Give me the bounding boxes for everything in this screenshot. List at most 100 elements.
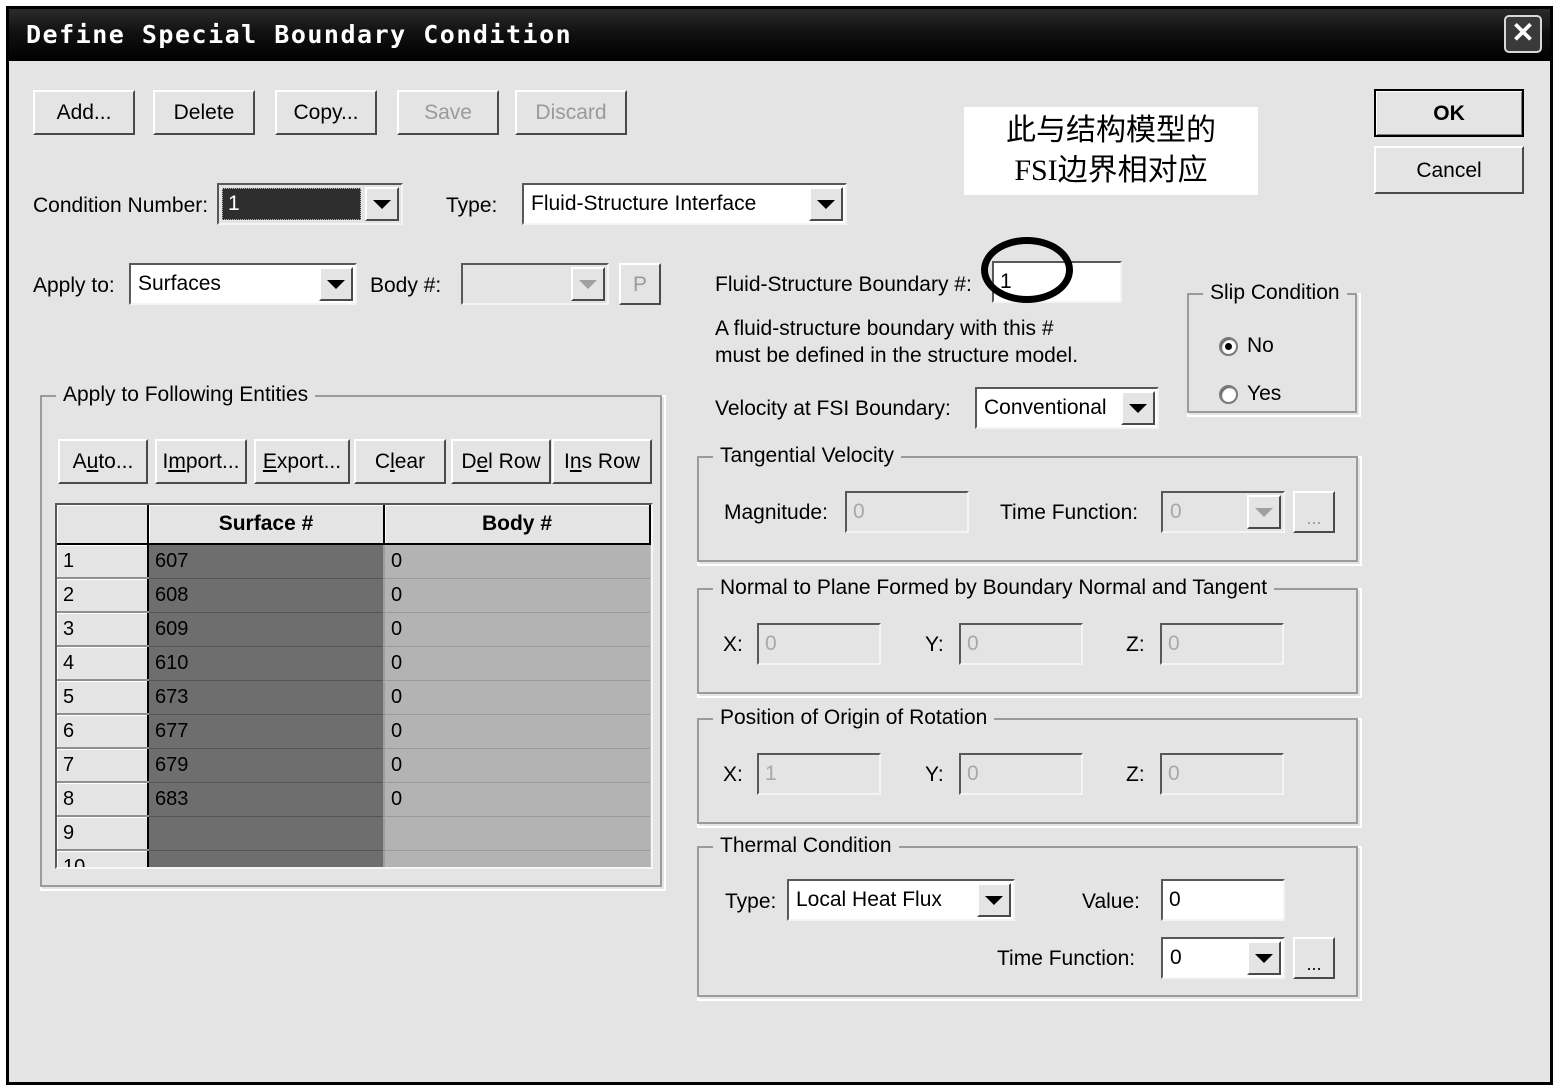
table-cell-body[interactable]: 0 [384, 544, 650, 579]
export-button[interactable]: Export... [254, 439, 350, 484]
chevron-down-icon[interactable] [977, 883, 1011, 917]
slip-radio-yes[interactable]: Yes [1219, 382, 1281, 406]
chevron-down-icon[interactable] [365, 187, 399, 221]
table-row[interactable]: 8 683 0 [57, 782, 650, 817]
table-cell-surface[interactable]: 677 [148, 714, 385, 749]
origin-y-value: 0 [967, 762, 979, 785]
ok-button[interactable]: OK [1374, 89, 1524, 137]
table-cell-body[interactable] [384, 816, 650, 851]
table-cell-surface[interactable] [148, 816, 385, 851]
table-row[interactable]: 2 608 0 [57, 578, 650, 613]
table-cell-rownum: 8 [57, 782, 149, 817]
delete-button[interactable]: Delete [153, 90, 255, 135]
tangential-time-function-label: Time Function: [1000, 501, 1139, 524]
table-row[interactable]: 5 673 0 [57, 680, 650, 715]
save-button: Save [397, 90, 499, 135]
tangential-ellipsis-button: ... [1293, 491, 1335, 533]
close-icon[interactable]: ✕ [1504, 15, 1542, 53]
origin-y-input: 0 [959, 753, 1083, 795]
chevron-down-icon[interactable] [1121, 391, 1155, 425]
table-cell-surface[interactable]: 607 [148, 544, 385, 579]
annotation-line-1: 此与结构模型的 [1006, 114, 1216, 148]
body-number-combo [461, 263, 609, 305]
radio-no-mark [1219, 336, 1238, 356]
table-row[interactable]: 4 610 0 [57, 646, 650, 681]
thermal-time-function-combo[interactable]: 0 [1161, 937, 1285, 979]
tangential-magnitude-label: Magnitude: [724, 501, 828, 524]
copy-button[interactable]: Copy... [275, 90, 377, 135]
table-row[interactable]: 1 607 0 [57, 544, 650, 579]
thermal-value-input[interactable]: 0 [1161, 879, 1285, 921]
chevron-down-glyph [1255, 507, 1273, 517]
table-row[interactable]: 6 677 0 [57, 714, 650, 749]
chevron-down-icon[interactable] [319, 267, 353, 301]
chevron-down-glyph [817, 199, 835, 209]
table-cell-body[interactable] [384, 850, 650, 867]
table-cell-body[interactable]: 0 [384, 578, 650, 613]
condition-number-combo[interactable]: 1 [217, 183, 403, 225]
thermal-type-value: Local Heat Flux [796, 888, 942, 911]
fsi-velocity-value: Conventional [984, 396, 1107, 419]
table-cell-surface[interactable]: 608 [148, 578, 385, 613]
table-cell-surface[interactable]: 610 [148, 646, 385, 681]
slip-radio-no[interactable]: No [1219, 334, 1274, 358]
chevron-down-glyph [1255, 953, 1273, 963]
origin-x-label: X: [723, 763, 743, 786]
fsi-note-line-2: must be defined in the structure model. [715, 344, 1079, 367]
table-cell-surface[interactable] [148, 850, 385, 867]
tangential-magnitude-value: 0 [853, 500, 865, 523]
thermal-value-label: Value: [1082, 890, 1140, 913]
import-button[interactable]: Import... [155, 439, 247, 484]
table-cell-body[interactable]: 0 [384, 714, 650, 749]
table-cell-rownum: 10 [57, 850, 149, 867]
chevron-down-icon[interactable] [1247, 941, 1281, 975]
fsi-velocity-combo[interactable]: Conventional [975, 387, 1159, 429]
table-cell-body[interactable]: 0 [384, 782, 650, 817]
table-cell-surface[interactable]: 679 [148, 748, 385, 783]
thermal-type-combo[interactable]: Local Heat Flux [787, 879, 1015, 921]
table-row[interactable]: 3 609 0 [57, 612, 650, 647]
table-cell-body[interactable]: 0 [384, 612, 650, 647]
column-header-body: Body # [384, 505, 651, 545]
auto-button[interactable]: Auto... [58, 439, 148, 484]
define-special-boundary-condition-dialog: Define Special Boundary Condition ✕ Add.… [6, 6, 1553, 1085]
table-cell-body[interactable]: 0 [384, 680, 650, 715]
apply-to-combo[interactable]: Surfaces [129, 263, 357, 305]
table-cell-surface[interactable]: 609 [148, 612, 385, 647]
ins-row-button[interactable]: Ins Row [552, 439, 652, 484]
table-cell-body[interactable]: 0 [384, 646, 650, 681]
thermal-ellipsis-label: ... [1306, 954, 1322, 974]
origin-z-value: 0 [1168, 762, 1180, 785]
chevron-down-glyph [1129, 403, 1147, 413]
chevron-down-icon[interactable] [809, 187, 843, 221]
origin-x-value: 1 [765, 762, 777, 785]
table-cell-rownum: 5 [57, 680, 149, 715]
discard-button-label: Discard [535, 101, 607, 124]
chevron-down-glyph [373, 199, 391, 209]
save-button-label: Save [424, 101, 472, 124]
add-button[interactable]: Add... [33, 90, 135, 135]
table-row[interactable]: 7 679 0 [57, 748, 650, 783]
condition-number-label: Condition Number: [33, 194, 209, 217]
condition-type-combo[interactable]: Fluid-Structure Interface [522, 183, 847, 225]
thermal-condition-title: Thermal Condition [713, 834, 899, 858]
table-cell-surface[interactable]: 673 [148, 680, 385, 715]
add-button-label: Add... [56, 101, 112, 124]
ins-row-button-label: Ins Row [564, 450, 640, 473]
delete-button-label: Delete [173, 101, 235, 124]
table-row[interactable]: 10 [57, 850, 650, 867]
table-row[interactable]: 9 [57, 816, 650, 851]
condition-number-value: 1 [222, 188, 361, 220]
auto-button-label: Auto... [72, 450, 134, 473]
ok-button-label: OK [1433, 101, 1465, 125]
slip-condition-title: Slip Condition [1203, 281, 1347, 305]
entities-table[interactable]: Surface # Body # 1 607 0 2 608 0 3 609 0 4 610 0 5 67… [55, 503, 653, 869]
thermal-ellipsis-button[interactable]: ... [1293, 937, 1335, 979]
cancel-button[interactable]: Cancel [1374, 146, 1524, 194]
table-cell-surface[interactable]: 683 [148, 782, 385, 817]
del-row-button[interactable]: Del Row [451, 439, 551, 484]
clear-button[interactable]: Clear [354, 439, 446, 484]
fsi-boundary-input[interactable]: 1 [992, 261, 1122, 303]
table-cell-body[interactable]: 0 [384, 748, 650, 783]
table-cell-rownum: 4 [57, 646, 149, 681]
